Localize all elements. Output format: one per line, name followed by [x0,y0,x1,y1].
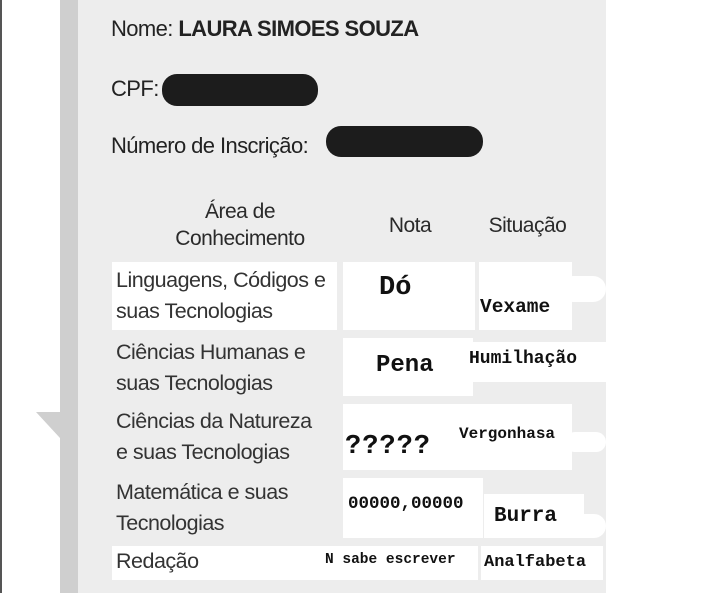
row2-nota: Pena [376,352,434,379]
page-fold-decoration [36,412,60,438]
row4-area: Matemática e suas Tecnologias [116,480,288,535]
cpf-line: CPF: [111,76,159,102]
window-left-border [0,0,2,593]
row4-nota: 00000,00000 [348,494,464,514]
row5-situacao: Analfabeta [484,553,587,572]
row3-area: Ciências da Natureza e suas Tecnologias [116,409,312,464]
panel-shadow [60,0,78,593]
row2-situacao: Humilhação [469,349,578,369]
header-area: Área de Conhecimento [175,200,305,250]
student-name-value: LAURA SIMOES SOUZA [178,16,419,41]
row1-area: Linguagens, Códigos e suas Tecnologias [116,268,326,323]
row3-nota: ????? [345,432,432,462]
cpf-redaction [162,74,318,106]
student-name-line: Nome: LAURA SIMOES SOUZA [111,16,419,42]
cpf-label: CPF: [111,76,159,101]
inscricao-label: Número de Inscrição: [111,133,309,158]
row1-nota: Dó [379,273,412,303]
inscricao-line: Número de Inscrição: [111,133,309,159]
row1-situacao: Vexame [480,296,551,318]
white-smudge-2 [565,432,606,452]
name-label: Nome: [111,16,173,41]
row5-nota: N sabe escrever [325,552,456,568]
row5-area: Redação [116,549,199,573]
header-situacao: Situação [488,214,567,237]
white-smudge [560,276,606,302]
header-nota: Nota [388,214,432,237]
inscricao-redaction [326,126,483,157]
row2-area: Ciências Humanas e suas Tecnologias [116,340,306,395]
row3-situacao: Vergonhasa [459,425,556,443]
row4-situacao: Burra [494,505,558,528]
